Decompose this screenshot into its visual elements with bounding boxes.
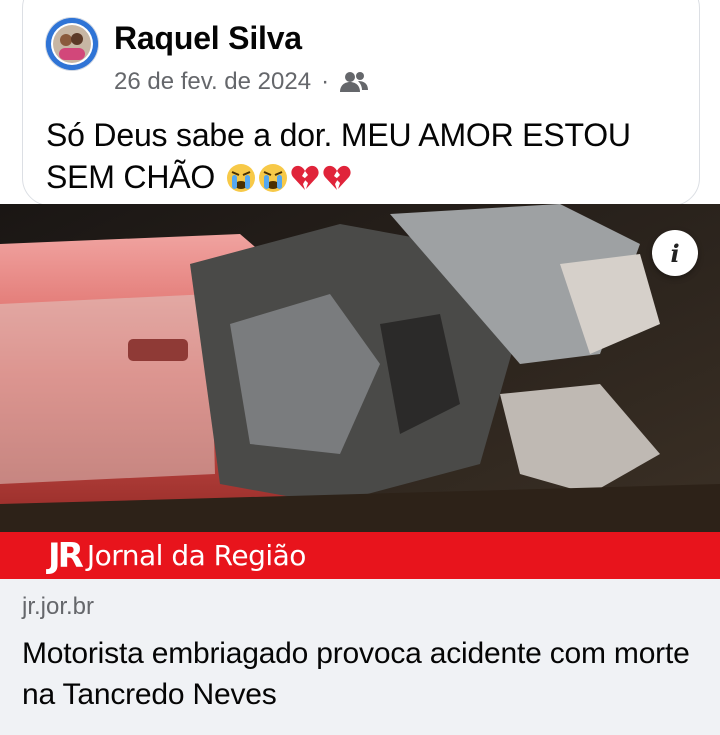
link-preview[interactable]: jr.jor.br Motorista embriagado provoca a… <box>0 579 720 735</box>
friends-icon <box>339 70 369 94</box>
info-button[interactable]: i <box>652 230 698 276</box>
meta-separator: · <box>321 68 330 95</box>
crying-face-icon <box>258 161 288 203</box>
brand-logo: JR <box>48 535 84 576</box>
post-date[interactable]: 26 de fev. de 2024 <box>114 68 311 96</box>
link-title[interactable]: Motorista embriagado provoca acidente co… <box>22 633 702 715</box>
post-text: Só Deus sabe a dor. MEU AMOR ESTOU SEM C… <box>46 114 686 203</box>
author-name[interactable]: Raquel Silva <box>114 20 302 57</box>
post-image[interactable]: i <box>0 204 720 532</box>
link-domain: jr.jor.br <box>22 593 95 620</box>
brand-name: Jornal da Região <box>86 539 307 572</box>
avatar[interactable] <box>46 18 98 70</box>
crash-photo <box>0 204 720 532</box>
news-banner: JR Jornal da Região <box>0 532 720 579</box>
post-meta: 26 de fev. de 2024 · <box>114 68 369 96</box>
crying-face-icon <box>226 161 256 203</box>
broken-heart-icon <box>290 161 320 203</box>
broken-heart-icon <box>322 161 352 203</box>
